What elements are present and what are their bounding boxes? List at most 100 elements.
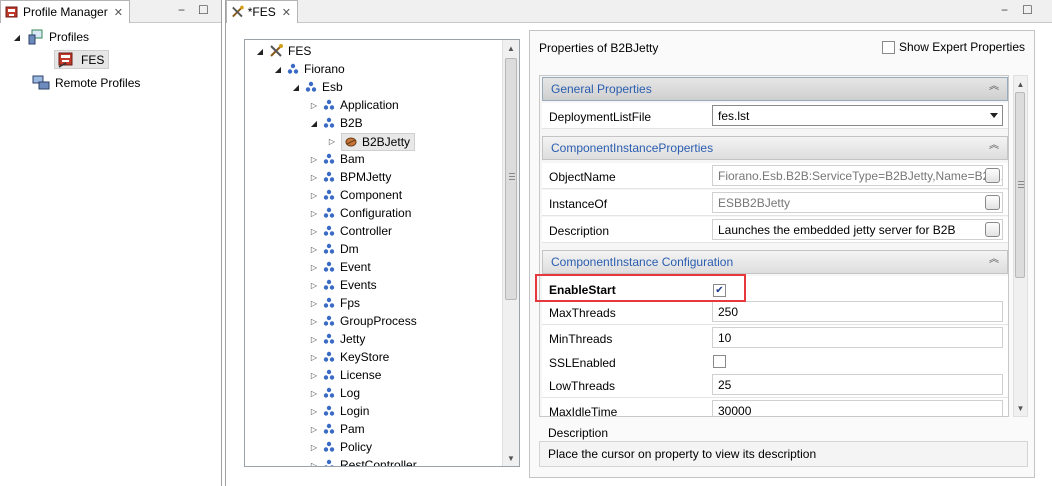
expand-arrow-icon[interactable]: ▷ [309, 461, 319, 467]
tree-item-login[interactable]: ▷ Login [309, 402, 369, 420]
tree-item-groupprocess[interactable]: ▷ GroupProcess [309, 312, 417, 330]
deploymentlistfile-combo[interactable]: fes.lst [712, 105, 1003, 126]
close-icon[interactable]: ✕ [282, 6, 291, 19]
scroll-up-icon[interactable]: ▲ [503, 40, 519, 56]
scroll-down-icon[interactable]: ▼ [503, 450, 519, 466]
show-expert-properties[interactable]: Show Expert Properties [881, 40, 1025, 54]
collapse-arrow-icon[interactable]: ◢ [255, 47, 265, 56]
property-row-objectname[interactable]: ObjectName Fiorano.Esb.B2B:ServiceType=B… [542, 163, 1008, 189]
tree-item-event[interactable]: ▷ Event [309, 258, 371, 276]
tree-item-bam[interactable]: ▷ Bam [309, 150, 365, 168]
section-componentinstanceproperties[interactable]: ComponentInstanceProperties ︽ [542, 136, 1008, 160]
scrollbar-thumb[interactable] [1015, 92, 1025, 278]
expand-arrow-icon[interactable]: ▷ [309, 317, 319, 326]
tree-scrollbar[interactable]: ▲ ▼ [502, 40, 519, 466]
expand-arrow-icon[interactable]: ▷ [327, 137, 337, 146]
expand-arrow-icon[interactable]: ▷ [309, 389, 319, 398]
expand-arrow-icon[interactable]: ▷ [309, 443, 319, 452]
property-row-deploymentlistfile[interactable]: DeploymentListFile fes.lst [542, 103, 1008, 129]
tree-item-log[interactable]: ▷ Log [309, 384, 360, 402]
tree-item-restcontroller[interactable]: ▷ RestController [309, 456, 417, 467]
property-scrollbar[interactable]: ▲ ▼ [1013, 75, 1028, 417]
instanceof-field[interactable]: ESBB2BJetty [712, 192, 1003, 213]
property-name: Description [549, 224, 610, 238]
tree-item-events[interactable]: ▷ Events [309, 276, 377, 294]
minthreads-field[interactable]: 10 [712, 327, 1003, 348]
expand-arrow-icon[interactable]: ▷ [309, 263, 319, 272]
bean-icon [323, 423, 335, 434]
tree-item-esb[interactable]: ◢ Esb [291, 78, 343, 96]
tree-item-keystore[interactable]: ▷ KeyStore [309, 348, 389, 366]
property-row-maxthreads[interactable]: MaxThreads 250 [542, 299, 1008, 325]
tab-profile-manager[interactable]: Profile Manager ✕ [0, 0, 130, 23]
expand-arrow-icon[interactable]: ▷ [309, 227, 319, 236]
expand-arrow-icon[interactable]: ▷ [309, 371, 319, 380]
tree-item-policy[interactable]: ▷ Policy [309, 438, 372, 456]
tree-item-component[interactable]: ▷ Component [309, 186, 402, 204]
expand-arrow-icon[interactable]: ▷ [309, 335, 319, 344]
ellipsis-button[interactable] [985, 222, 1000, 237]
expand-arrow-icon[interactable]: ▷ [309, 245, 319, 254]
scrollbar-thumb[interactable] [505, 58, 517, 300]
section-componentinstance-configuration[interactable]: ComponentInstance Configuration ︽ [542, 250, 1008, 274]
tree-item-fes-root[interactable]: ◢ FES [255, 42, 311, 60]
collapse-chevron-icon[interactable]: ︽ [989, 82, 999, 92]
collapse-arrow-icon[interactable]: ◢ [309, 119, 319, 128]
scroll-up-icon[interactable]: ▲ [1014, 76, 1027, 92]
description-field[interactable]: Launches the embedded jetty server for B… [712, 219, 1003, 240]
tree-item-dm[interactable]: ▷ Dm [309, 240, 359, 258]
tree-item-fps[interactable]: ▷ Fps [309, 294, 360, 312]
collapse-arrow-icon[interactable]: ◢ [12, 33, 22, 42]
collapse-arrow-icon[interactable]: ◢ [291, 83, 301, 92]
dropdown-arrow-icon[interactable] [990, 113, 998, 118]
ellipsis-button[interactable] [985, 195, 1000, 210]
expand-arrow-icon[interactable]: ▷ [309, 299, 319, 308]
property-row-instanceof[interactable]: InstanceOf ESBB2BJetty [542, 190, 1008, 216]
tree-item-bpmjetty[interactable]: ▷ BPMJetty [309, 168, 391, 186]
property-row-lowthreads[interactable]: LowThreads 25 [542, 372, 1008, 398]
property-row-description[interactable]: Description Launches the embedded jetty … [542, 217, 1008, 243]
collapse-chevron-icon[interactable]: ︽ [989, 255, 999, 265]
section-general-properties[interactable]: General Properties ︽ [542, 77, 1008, 101]
expand-arrow-icon[interactable]: ▷ [309, 281, 319, 290]
maximize-icon[interactable]: ☐ [198, 4, 209, 16]
tab-fes[interactable]: *FES ✕ [226, 0, 298, 23]
objectname-field[interactable]: Fiorano.Esb.B2B:ServiceType=B2BJetty,Nam… [712, 165, 1003, 186]
minimize-icon[interactable]: − [178, 4, 185, 16]
close-icon[interactable]: ✕ [114, 6, 123, 19]
scroll-down-icon[interactable]: ▼ [1014, 400, 1027, 416]
maximize-icon[interactable]: ☐ [1022, 4, 1033, 16]
maxidletime-field[interactable]: 30000 [712, 400, 1003, 416]
ellipsis-button[interactable] [985, 168, 1000, 183]
tree-item-fiorano[interactable]: ◢ Fiorano [273, 60, 345, 78]
collapse-chevron-icon[interactable]: ︽ [989, 141, 999, 151]
maxthreads-field[interactable]: 250 [712, 301, 1003, 322]
expand-arrow-icon[interactable]: ▷ [309, 425, 319, 434]
collapse-arrow-icon[interactable]: ◢ [273, 65, 283, 74]
expand-arrow-icon[interactable]: ▷ [309, 155, 319, 164]
sslenabled-checkbox[interactable] [713, 355, 726, 368]
tree-item-b2b[interactable]: ◢ B2B [309, 114, 363, 132]
minimize-icon[interactable]: − [1001, 4, 1008, 16]
tree-item-configuration[interactable]: ▷ Configuration [309, 204, 411, 222]
expand-arrow-icon[interactable]: ▷ [309, 353, 319, 362]
tree-item-profiles[interactable]: ◢ Profiles [12, 28, 89, 46]
property-name: DeploymentListFile [549, 110, 652, 124]
show-expert-checkbox[interactable] [881, 40, 895, 54]
tree-item-license[interactable]: ▷ License [309, 366, 381, 384]
tree-item-controller[interactable]: ▷ Controller [309, 222, 392, 240]
tree-item-pam[interactable]: ▷ Pam [309, 420, 365, 438]
tree-item-remote-profiles[interactable]: Remote Profiles [32, 74, 140, 92]
expand-arrow-icon[interactable]: ▷ [309, 101, 319, 110]
expand-arrow-icon[interactable]: ▷ [309, 209, 319, 218]
expand-arrow-icon[interactable]: ▷ [309, 191, 319, 200]
lowthreads-field[interactable]: 25 [712, 374, 1003, 395]
property-row-maxidletime[interactable]: MaxIdleTime 30000 [542, 398, 1008, 416]
property-row-minthreads[interactable]: MinThreads 10 [542, 325, 1008, 351]
tree-item-fes[interactable]: FES [54, 50, 110, 69]
tree-item-jetty[interactable]: ▷ Jetty [309, 330, 365, 348]
expand-arrow-icon[interactable]: ▷ [309, 407, 319, 416]
tree-item-b2bjetty[interactable]: ▷ B2BJetty [327, 132, 416, 151]
tree-item-application[interactable]: ▷ Application [309, 96, 399, 114]
expand-arrow-icon[interactable]: ▷ [309, 173, 319, 182]
